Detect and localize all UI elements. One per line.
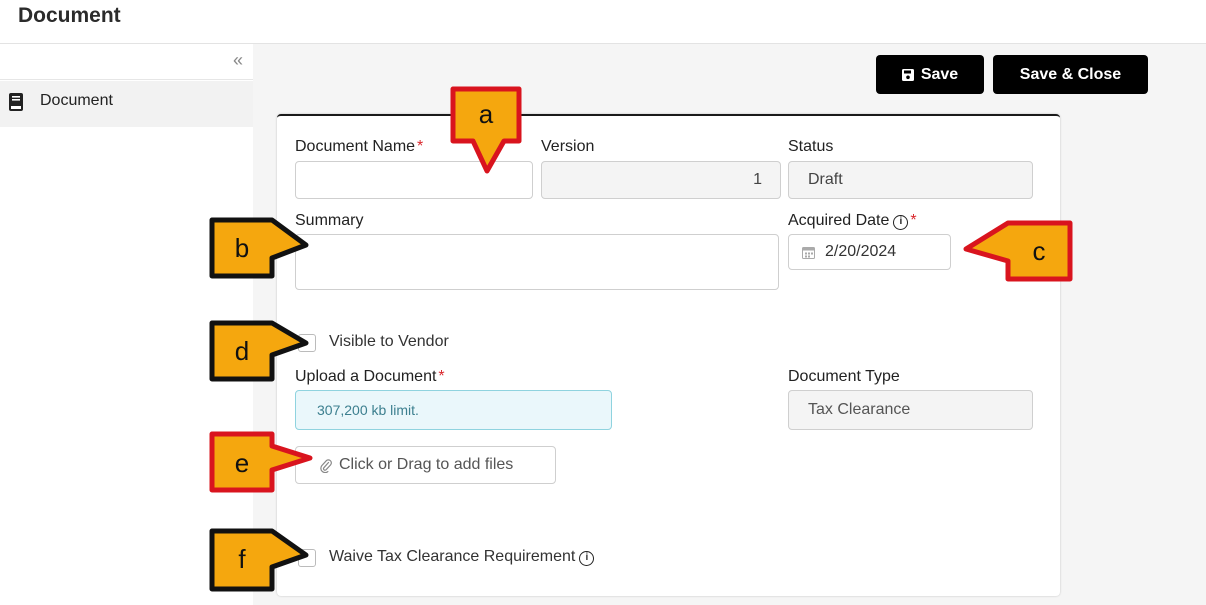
version-field: 1 xyxy=(541,161,781,199)
main-content: Save Save & Close Document Name * Version… xyxy=(253,44,1206,605)
callout-b: b xyxy=(208,216,312,280)
summary-textarea[interactable] xyxy=(295,234,779,290)
callout-e: e xyxy=(208,430,316,496)
app-header: Document xyxy=(0,0,1206,44)
status-field: Draft xyxy=(788,161,1033,199)
sidebar-collapse-row: « xyxy=(0,44,253,80)
sidebar-item-label: Document xyxy=(40,92,113,109)
acquired-date-label: Acquired Date i * xyxy=(788,212,917,230)
add-files-dropzone[interactable]: Click or Drag to add files xyxy=(295,446,556,484)
add-files-label: Click or Drag to add files xyxy=(339,456,514,473)
save-close-label: Save & Close xyxy=(1019,65,1122,83)
required-marker: * xyxy=(438,368,445,385)
collapse-icon[interactable]: « xyxy=(233,50,243,71)
required-marker: * xyxy=(417,138,424,155)
save-label: Save xyxy=(920,65,959,83)
info-icon[interactable]: i xyxy=(579,551,595,566)
calendar-icon xyxy=(802,247,815,259)
callout-f: f xyxy=(208,527,312,593)
callout-a: a xyxy=(449,85,523,177)
callout-d: d xyxy=(208,319,312,383)
info-icon[interactable]: i xyxy=(893,215,909,230)
document-form-card: Document Name * Version 1 Status Draft Su… xyxy=(277,114,1060,596)
save-button[interactable]: Save xyxy=(876,55,984,94)
sidebar-item-document[interactable]: Document xyxy=(0,81,253,127)
upload-label: Upload a Document * xyxy=(295,368,445,385)
page-title: Document xyxy=(18,4,121,27)
save-close-button[interactable]: Save & Close xyxy=(993,55,1148,94)
document-type-field: Tax Clearance xyxy=(788,390,1033,430)
floppy-icon xyxy=(901,68,914,81)
document-type-label: Document Type xyxy=(788,368,900,385)
required-marker: * xyxy=(910,212,917,229)
waive-tax-clearance-label: Waive Tax Clearance Requirement i xyxy=(329,548,595,566)
book-icon xyxy=(9,93,23,111)
callout-c: c xyxy=(960,219,1074,283)
status-label: Status xyxy=(788,138,834,155)
document-name-label: Document Name * xyxy=(295,138,424,155)
visible-to-vendor-label: Visible to Vendor xyxy=(329,333,449,350)
acquired-date-input[interactable]: 2/20/2024 xyxy=(788,234,951,270)
version-label: Version xyxy=(541,138,595,155)
paperclip-icon xyxy=(320,459,332,473)
upload-limit-info: 307,200 kb limit. xyxy=(295,390,612,430)
